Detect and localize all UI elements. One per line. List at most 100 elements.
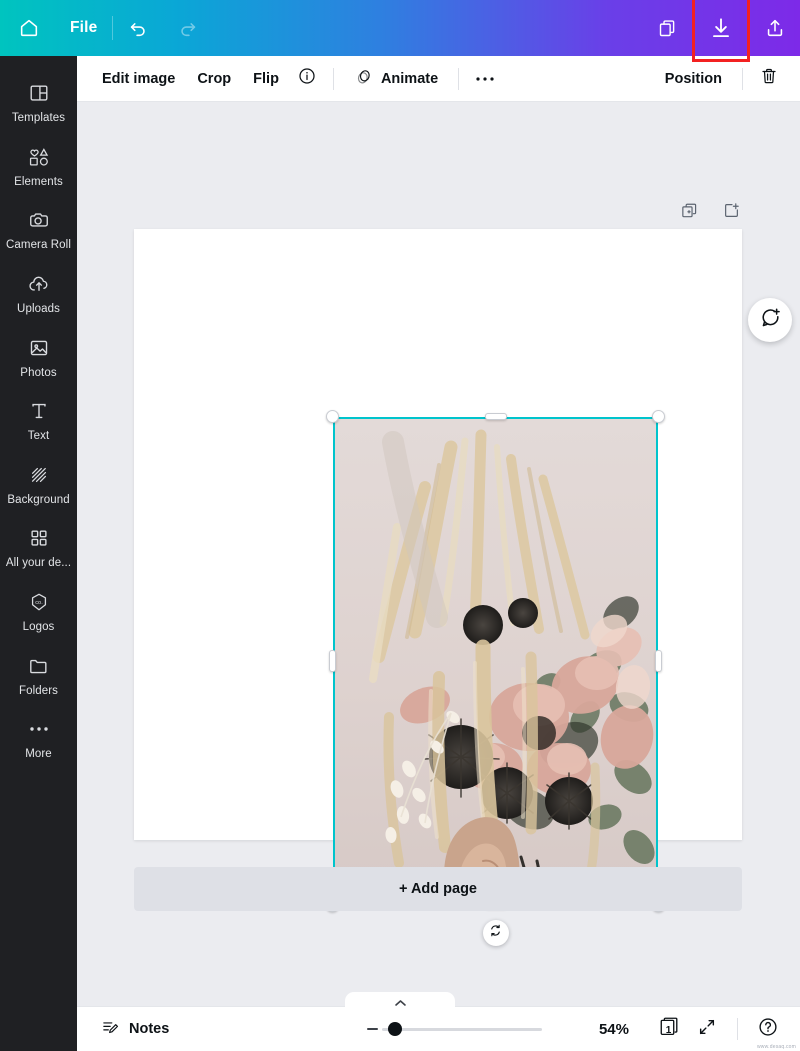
sidebar-item-logos[interactable]: co. Logos — [0, 579, 77, 643]
add-comment-icon — [759, 306, 782, 334]
sidebar-item-background[interactable]: Background — [0, 452, 77, 516]
zoom-slider-knob[interactable] — [388, 1022, 402, 1036]
folder-icon — [27, 653, 50, 679]
help-button[interactable] — [752, 1013, 784, 1045]
top-toolbar-left: File — [0, 0, 213, 56]
sidebar-item-elements[interactable]: Elements — [0, 134, 77, 198]
svg-text:co.: co. — [35, 600, 43, 606]
sidebar-item-label: Logos — [22, 621, 55, 634]
sidebar-item-all-your-designs[interactable]: All your de... — [0, 515, 77, 579]
zoom-slider[interactable] — [382, 1022, 542, 1036]
add-comment-button[interactable] — [748, 298, 792, 342]
sidebar-item-label: Uploads — [17, 302, 60, 315]
sidebar-item-label: Elements — [14, 175, 63, 188]
position-button[interactable]: Position — [654, 62, 733, 96]
upload-cloud-icon — [27, 271, 51, 297]
canvas-workspace[interactable]: + Add page — [77, 102, 800, 1006]
sidebar-item-uploads[interactable]: Uploads — [0, 261, 77, 325]
sidebar-item-more[interactable]: More — [0, 706, 77, 770]
sidebar-item-photos[interactable]: Photos — [0, 325, 77, 389]
flip-button[interactable]: Flip — [242, 62, 290, 96]
resize-handle-left[interactable] — [329, 650, 336, 672]
rotate-handle[interactable] — [482, 920, 509, 946]
templates-icon — [28, 80, 50, 106]
photo-icon — [28, 335, 50, 361]
home-icon — [18, 17, 40, 39]
add-page-icon — [722, 201, 741, 225]
zoom-out-icon[interactable] — [367, 1028, 378, 1030]
sidebar-item-label: Templates — [11, 112, 66, 124]
rotate-icon — [488, 923, 503, 943]
sidebar-item-label: Text — [27, 430, 50, 443]
resize-handle-top[interactable] — [484, 413, 507, 420]
sidebar-item-camera-roll[interactable]: Camera Roll — [0, 197, 77, 261]
camera-icon — [27, 207, 51, 233]
animate-label: Animate — [380, 70, 439, 87]
page-actions — [676, 200, 744, 226]
download-button[interactable] — [692, 0, 750, 62]
resize-handle-right[interactable] — [655, 650, 662, 672]
page-count-button[interactable]: 1 — [653, 1013, 685, 1045]
animate-icon — [354, 67, 374, 91]
toolbar-divider — [332, 67, 334, 90]
download-icon — [708, 15, 734, 41]
add-page-button[interactable] — [718, 200, 744, 226]
redo-button[interactable] — [163, 0, 213, 56]
animate-button[interactable]: Animate — [343, 62, 449, 96]
zoom-slider-group — [367, 1022, 542, 1036]
sidebar-item-text[interactable]: Text — [0, 388, 77, 452]
resize-handle-top-left[interactable] — [326, 410, 339, 423]
sidebar-item-folders[interactable]: Folders — [0, 643, 77, 707]
crop-button[interactable]: Crop — [186, 62, 242, 96]
info-button[interactable] — [290, 62, 324, 96]
selected-image-element[interactable] — [326, 410, 665, 946]
text-icon — [28, 398, 50, 424]
undo-button[interactable] — [113, 0, 163, 56]
zoom-slider-track — [382, 1027, 542, 1031]
trash-icon — [759, 66, 779, 91]
notes-icon — [101, 1018, 120, 1041]
grid-icon — [28, 525, 50, 551]
home-button[interactable] — [0, 0, 56, 56]
sidebar-item-templates[interactable]: Templates — [0, 70, 77, 134]
background-icon — [28, 462, 50, 488]
top-toolbar-right — [643, 0, 800, 62]
add-page-bar[interactable]: + Add page — [134, 867, 742, 911]
elements-icon — [27, 144, 51, 170]
canva-editor: File Templates Elements Camera Roll Uplo… — [0, 0, 800, 1051]
more-dots-icon — [28, 716, 50, 742]
info-icon — [297, 66, 317, 91]
help-icon — [757, 1016, 779, 1043]
left-sidebar: Templates Elements Camera Roll Uploads P — [0, 56, 77, 1051]
dried-flower-bouquet-image[interactable] — [333, 417, 658, 905]
panel-expand-tab[interactable] — [345, 992, 455, 1007]
toolbar-divider — [742, 67, 743, 90]
duplicate-page-button[interactable] — [676, 200, 702, 226]
bottom-toolbar: Notes 54% 1 www.desaq.com — [77, 1006, 800, 1051]
duplicate-icon — [657, 18, 678, 39]
sidebar-item-label: Camera Roll — [5, 239, 71, 252]
edit-image-button[interactable]: Edit image — [91, 62, 186, 96]
toolbar-divider — [737, 1018, 738, 1040]
undo-icon — [127, 17, 149, 39]
sidebar-item-label: Background — [7, 493, 70, 506]
logos-icon: co. — [27, 589, 51, 615]
duplicate-design-button[interactable] — [643, 0, 692, 56]
notes-button[interactable]: Notes — [93, 1013, 177, 1045]
share-icon — [764, 17, 786, 39]
chevron-up-icon — [394, 994, 407, 1012]
share-button[interactable] — [750, 0, 800, 56]
design-page[interactable] — [134, 229, 742, 946]
resize-handle-top-right[interactable] — [652, 410, 665, 423]
sidebar-item-label: Folders — [18, 684, 59, 697]
duplicate-page-icon — [680, 201, 699, 225]
delete-button[interactable] — [752, 62, 786, 96]
more-options-button[interactable] — [468, 62, 502, 96]
file-menu-button[interactable]: File — [56, 0, 112, 56]
sidebar-item-label: Photos — [20, 366, 57, 379]
fullscreen-button[interactable] — [691, 1013, 723, 1045]
zoom-level-label: 54% — [598, 1020, 629, 1038]
watermark-text: www.desaq.com — [756, 1044, 796, 1050]
page-number-label: 1 — [665, 1025, 672, 1036]
sidebar-item-label: All your de... — [5, 557, 72, 570]
